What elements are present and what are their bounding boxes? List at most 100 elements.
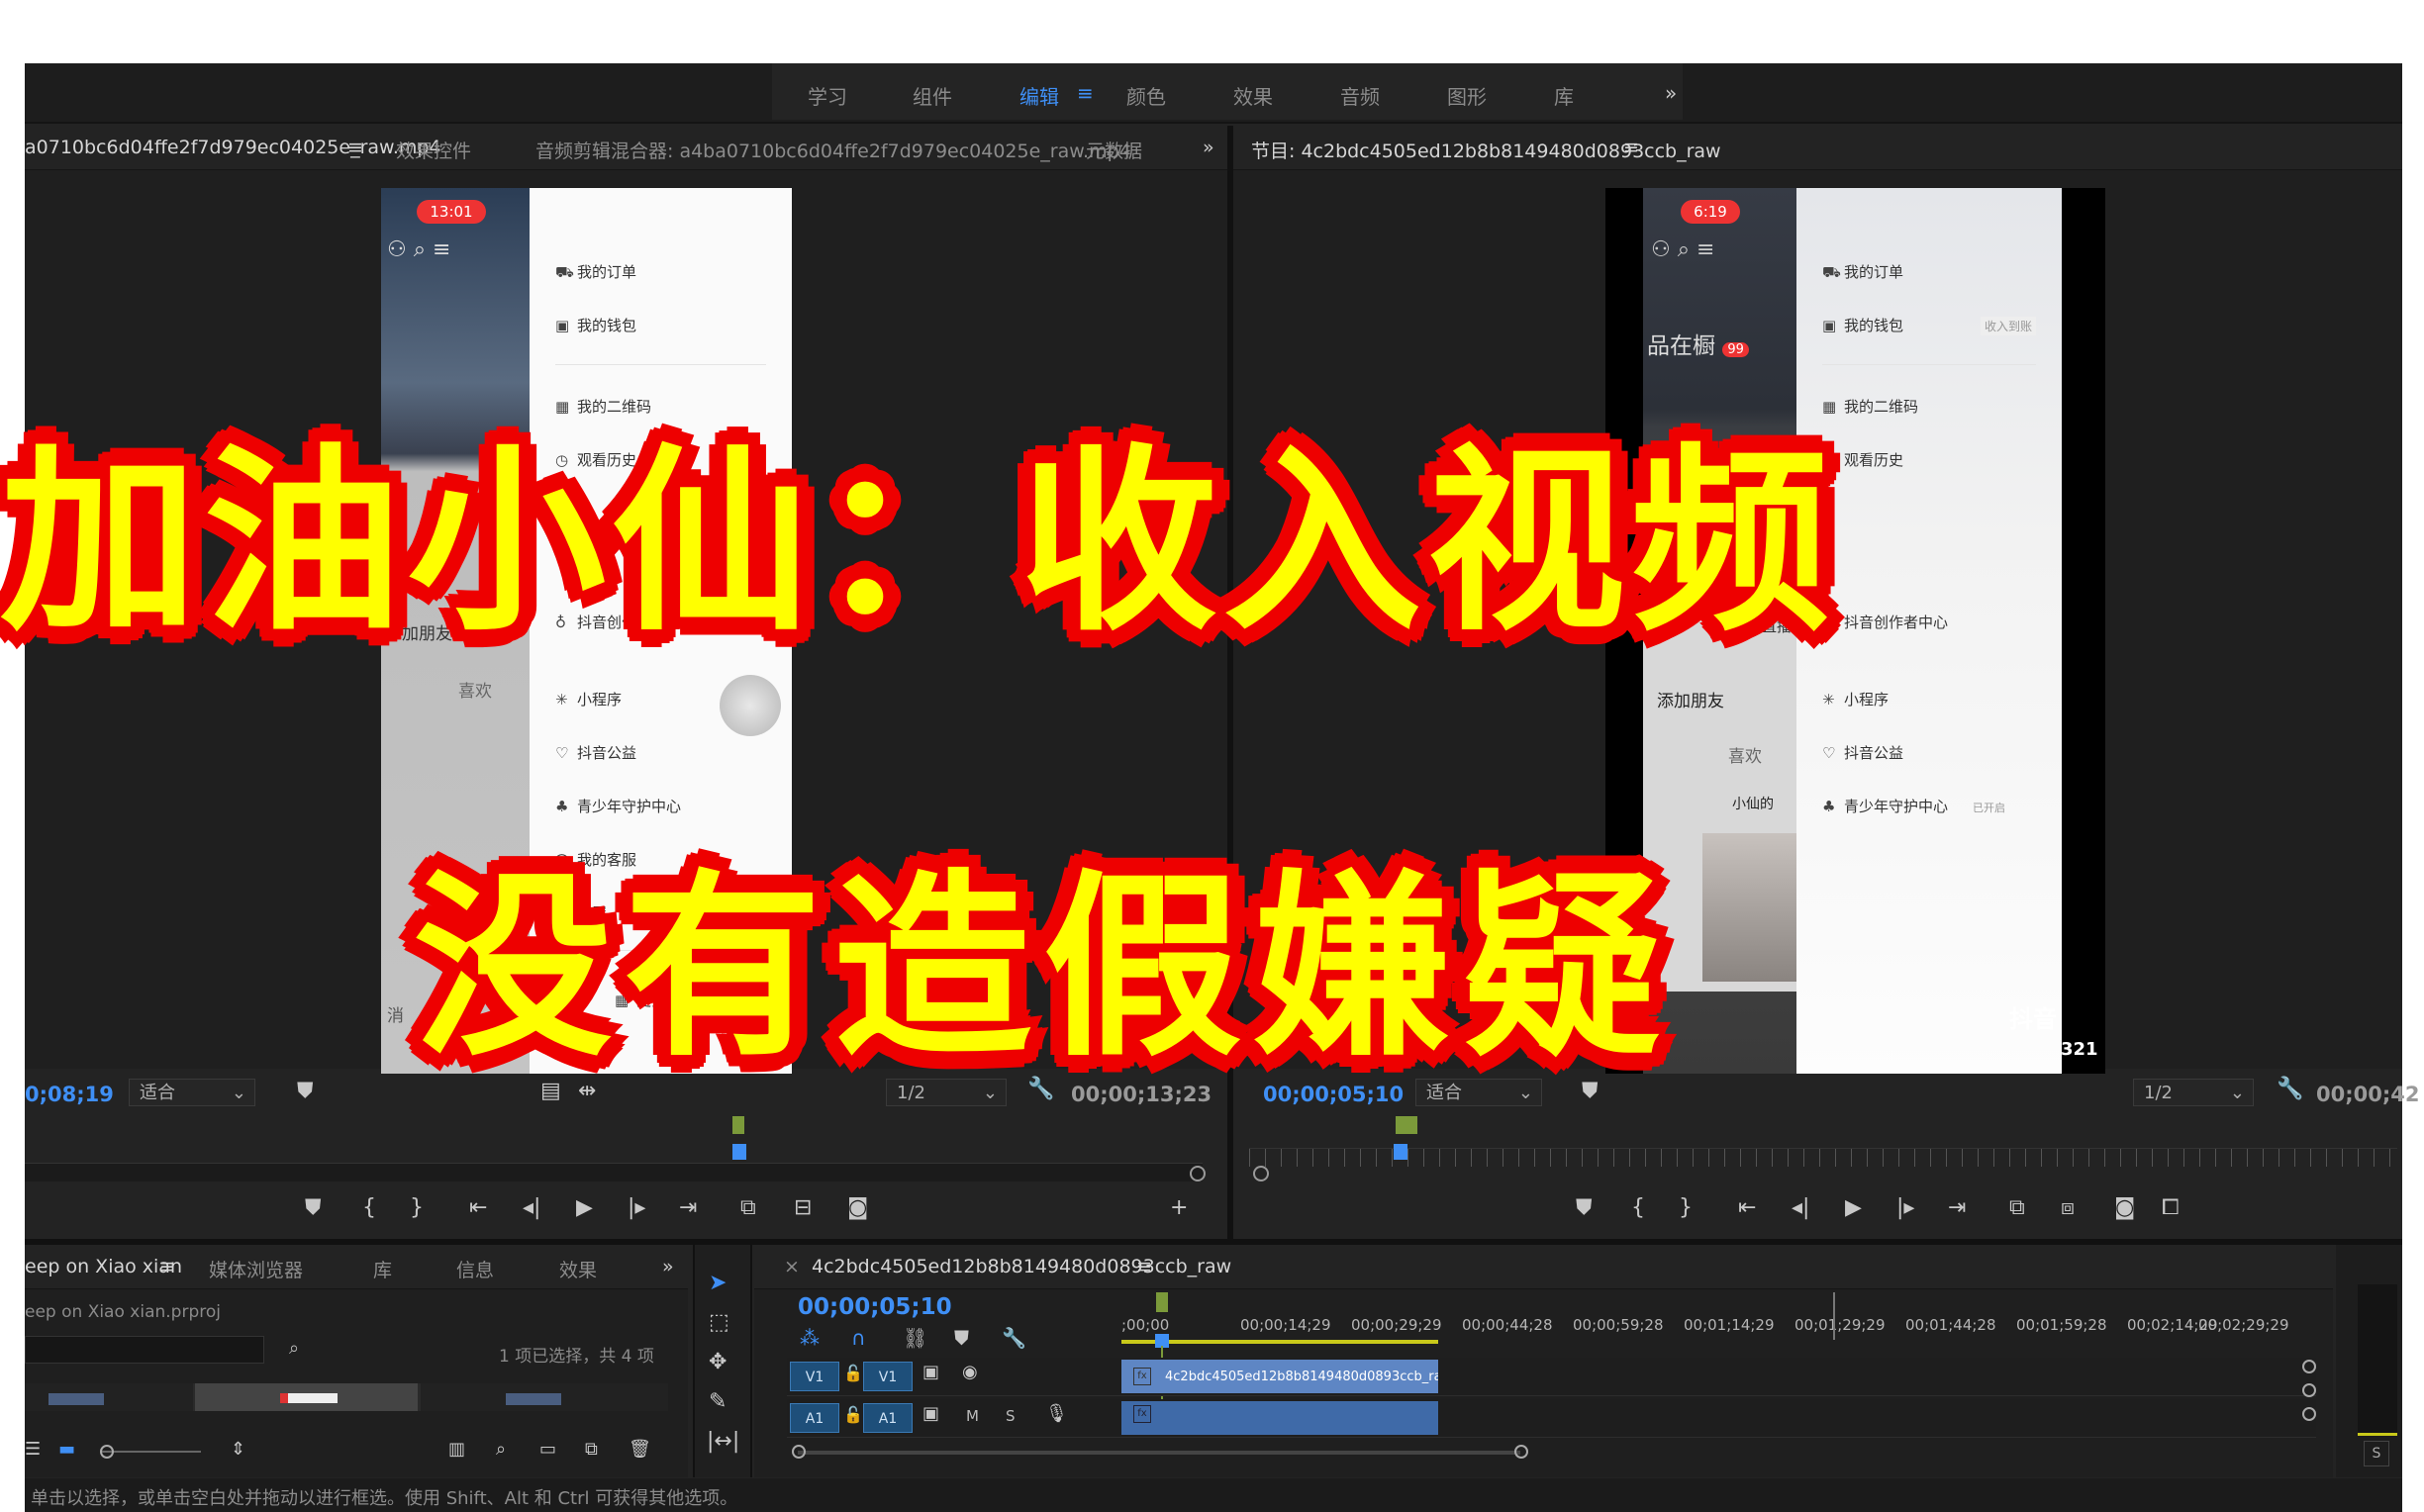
audio-clip[interactable]: fx: [1121, 1401, 1438, 1435]
tab-libraries[interactable]: 库: [373, 1256, 392, 1282]
tab-program[interactable]: 节目: 4c2bdc4505ed12b8b8149480d0893ccb_raw: [1251, 137, 1721, 163]
in-out-marker[interactable]: [1396, 1116, 1417, 1134]
more-panels-icon[interactable]: »: [1203, 137, 1214, 158]
tab-sequence[interactable]: 4c2bdc4505ed12b8b8149480d0893ccb_raw: [812, 1256, 1231, 1277]
step-back-icon[interactable]: ◂|: [523, 1195, 540, 1220]
wrench-icon[interactable]: 🔧: [2277, 1077, 2303, 1101]
track-target-a1[interactable]: A1: [863, 1403, 913, 1433]
source-timecode[interactable]: 0;08;19: [25, 1083, 114, 1106]
source-patch-v1[interactable]: V1: [790, 1362, 839, 1391]
lift-icon[interactable]: ⧉: [2009, 1195, 2025, 1220]
microphone-icon[interactable]: 🎙: [1045, 1403, 1068, 1424]
go-to-in-icon[interactable]: ⇤: [1738, 1195, 1756, 1220]
mark-in-icon[interactable]: {: [1631, 1195, 1645, 1220]
selection-tool-icon[interactable]: ➤: [709, 1271, 727, 1295]
program-timeruler[interactable]: [1249, 1148, 2397, 1167]
workspace-tab-effects[interactable]: 效果: [1233, 81, 1273, 110]
mark-in-icon[interactable]: {: [362, 1195, 376, 1220]
linked-selection-icon[interactable]: ⛓: [903, 1326, 927, 1350]
handle[interactable]: [2302, 1383, 2316, 1397]
tab-effect-controls[interactable]: 效果控件: [396, 137, 471, 163]
step-back-icon[interactable]: ◂|: [1792, 1195, 1809, 1220]
thumbnail-item[interactable]: [421, 1383, 668, 1411]
workspace-tab-learn[interactable]: 学习: [808, 81, 847, 110]
more-panels-icon[interactable]: »: [662, 1256, 674, 1277]
in-marker[interactable]: [732, 1116, 744, 1134]
play-icon[interactable]: ▶: [576, 1195, 593, 1220]
more-workspaces-icon[interactable]: »: [1665, 81, 1677, 105]
new-bin-icon[interactable]: ▭: [539, 1439, 556, 1460]
icon-view-icon[interactable]: ▬: [58, 1439, 75, 1460]
step-forward-icon[interactable]: |▸: [628, 1195, 645, 1220]
sync-lock-icon[interactable]: ▣: [922, 1362, 939, 1382]
thumbnail-item-selected[interactable]: [195, 1383, 418, 1411]
workspace-menu-icon[interactable]: ≡: [1077, 81, 1094, 105]
eye-icon[interactable]: ◉: [962, 1362, 978, 1382]
search-icon[interactable]: ⌕: [496, 1439, 506, 1460]
workspace-tab-editing[interactable]: 编辑: [1019, 81, 1059, 110]
video-clip[interactable]: fx 4c2bdc4505ed12b8b8149480d0893ccb_raw.…: [1121, 1360, 1438, 1393]
go-to-out-icon[interactable]: ⇥: [679, 1195, 697, 1220]
ripple-edit-tool-icon[interactable]: ✥: [709, 1350, 727, 1374]
new-item-icon[interactable]: ⧉: [585, 1439, 598, 1460]
marker-icon[interactable]: ⛊: [297, 1079, 314, 1103]
panel-menu-icon[interactable]: ≡: [1136, 1256, 1152, 1277]
tab-audio-clip-mixer[interactable]: 音频剪辑混合器: a4ba0710bc6d04ffe2f7d979ec04025…: [535, 137, 1131, 163]
timeline-ruler[interactable]: ;00;00 00;00;14;29 00;00;29;29 00;00;44;…: [1121, 1306, 2319, 1358]
automate-icon[interactable]: ▥: [448, 1439, 465, 1460]
zoom-slider-handle[interactable]: [100, 1445, 114, 1459]
solo-button[interactable]: S: [1006, 1407, 1016, 1425]
zoom-slider[interactable]: [102, 1451, 201, 1453]
workspace-tab-graphics[interactable]: 图形: [1447, 81, 1487, 110]
track-select-tool-icon[interactable]: ⬚: [709, 1310, 729, 1335]
extract-icon[interactable]: ⧈: [2061, 1195, 2075, 1220]
workspace-tab-assembly[interactable]: 组件: [913, 81, 952, 110]
close-tab-icon[interactable]: ×: [784, 1256, 800, 1277]
camera-icon[interactable]: ◙: [847, 1195, 868, 1220]
handle[interactable]: [2302, 1407, 2316, 1421]
step-forward-icon[interactable]: |▸: [1896, 1195, 1914, 1220]
sort-icon[interactable]: ⇕: [231, 1439, 245, 1460]
tab-media-browser[interactable]: 媒体浏览器: [209, 1256, 303, 1282]
tab-effects[interactable]: 效果: [559, 1256, 597, 1282]
lock-icon[interactable]: 🔓: [843, 1364, 863, 1382]
work-area-bar[interactable]: [1121, 1340, 1438, 1344]
in-marker[interactable]: [1156, 1292, 1168, 1312]
compare-icon[interactable]: ⧠: [2162, 1195, 2180, 1220]
workspace-tab-color[interactable]: 颜色: [1126, 81, 1166, 110]
add-marker-icon[interactable]: ⛊: [1576, 1195, 1593, 1220]
add-button-icon[interactable]: +: [1170, 1195, 1188, 1220]
insert-icon[interactable]: ⧉: [740, 1195, 756, 1220]
camera-icon[interactable]: ◙: [2114, 1195, 2135, 1220]
track-target-v1[interactable]: V1: [863, 1362, 913, 1391]
tab-metadata[interactable]: 元数据: [1086, 137, 1142, 163]
nest-icon[interactable]: ⁂: [800, 1326, 820, 1350]
overwrite-icon[interactable]: ⊟: [794, 1195, 812, 1220]
tab-info[interactable]: 信息: [456, 1256, 494, 1282]
add-marker-icon[interactable]: ⛊: [954, 1326, 969, 1350]
program-resolution-dropdown[interactable]: 1/2 ⌄: [2133, 1079, 2254, 1106]
snap-icon[interactable]: ∩: [851, 1326, 866, 1350]
panel-menu-icon[interactable]: ≡: [347, 137, 363, 158]
project-search-input[interactable]: [25, 1336, 264, 1364]
panel-menu-icon[interactable]: ≡: [159, 1256, 175, 1277]
lock-icon[interactable]: 🔓: [843, 1405, 863, 1424]
list-view-icon[interactable]: ☰: [25, 1439, 41, 1460]
mark-out-icon[interactable]: }: [1679, 1195, 1693, 1220]
razor-tool-icon[interactable]: ✎: [709, 1389, 727, 1414]
settings-wrench-icon[interactable]: 🔧: [1002, 1326, 1026, 1350]
thumbnail-item[interactable]: [25, 1383, 193, 1411]
add-marker-icon[interactable]: ⛊: [305, 1195, 322, 1220]
workspace-tab-audio[interactable]: 音频: [1340, 81, 1380, 110]
program-playhead[interactable]: [1394, 1144, 1407, 1160]
mark-out-icon[interactable]: }: [410, 1195, 424, 1220]
source-patch-a1[interactable]: A1: [790, 1403, 839, 1433]
source-timeruler[interactable]: [25, 1163, 1203, 1181]
find-icon[interactable]: ⌕: [289, 1338, 299, 1359]
tab-source-clip[interactable]: a0710bc6d04ffe2f7d979ec04025e_raw.mp4: [25, 137, 441, 158]
trash-icon[interactable]: 🗑: [629, 1439, 651, 1460]
play-icon[interactable]: ▶: [1845, 1195, 1862, 1220]
meter-solo-button[interactable]: S: [2364, 1441, 2389, 1466]
handle[interactable]: [2302, 1360, 2316, 1373]
timeline-scrollbar[interactable]: [798, 1451, 1520, 1455]
